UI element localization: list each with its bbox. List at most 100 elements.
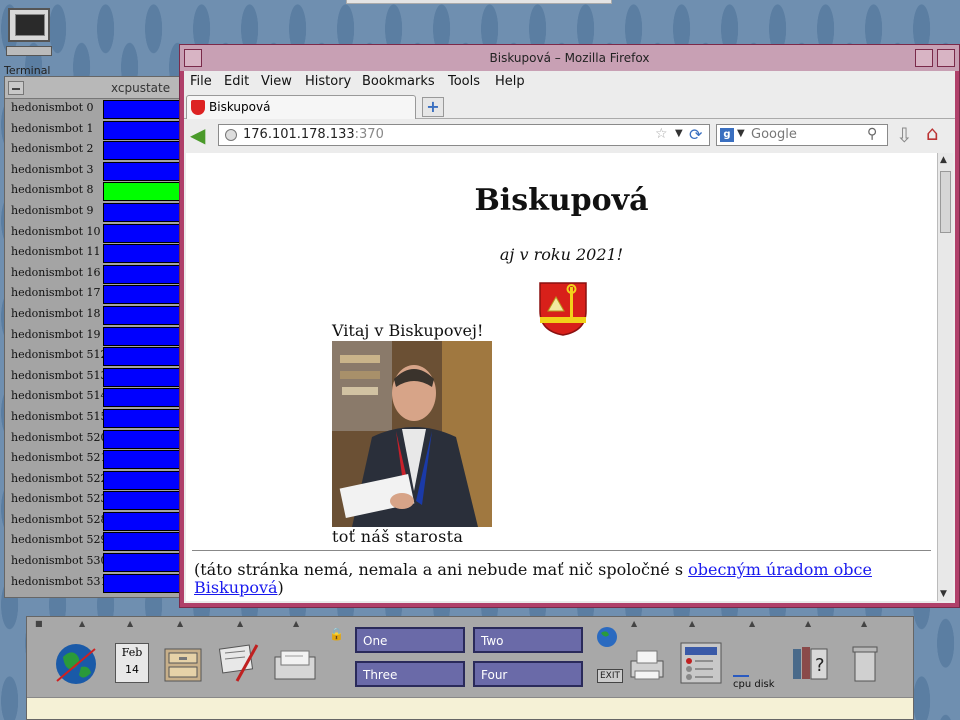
bookmark-star-icon[interactable]: ☆ xyxy=(655,126,668,142)
url-bar[interactable]: 176.101.178.133:370 ☆ ▼ ⟳ xyxy=(218,124,710,146)
cpu-row: hedonismbot 512 xyxy=(11,346,185,367)
menu-tools[interactable]: Tools xyxy=(448,74,480,89)
cpu-state-bar xyxy=(103,326,181,346)
back-arrow-icon[interactable]: ◀ xyxy=(190,125,205,145)
cpu-label: hedonismbot 1 xyxy=(11,121,94,135)
minimize-button[interactable] xyxy=(915,49,933,67)
cpu-row: hedonismbot 10 xyxy=(11,223,185,244)
menu-history[interactable]: History xyxy=(305,74,351,89)
cpu-label: hedonismbot 531 xyxy=(11,574,108,588)
scroll-down-icon[interactable]: ▼ xyxy=(940,589,947,599)
lock-icon[interactable]: 🔒 xyxy=(329,627,344,641)
workspace-two-button[interactable]: Two xyxy=(473,627,583,653)
subpanel-arrow-icon[interactable]: ▲ xyxy=(79,619,85,628)
cpu-row: hedonismbot 0 xyxy=(11,99,185,120)
cpu-row: hedonismbot 18 xyxy=(11,305,185,326)
cpu-rows: hedonismbot 0 hedonismbot 1 hedonismbot 2 h… xyxy=(11,99,185,593)
subpanel-arrow-icon[interactable]: ▲ xyxy=(127,619,133,628)
cpu-label: hedonismbot 523 xyxy=(11,492,108,506)
site-identity-icon[interactable] xyxy=(225,129,237,141)
menu-view[interactable]: View xyxy=(261,74,292,89)
xcpustate-titlebar[interactable]: xcpustate xyxy=(5,77,183,99)
cpu-row: hedonismbot 2 xyxy=(11,140,185,161)
cpu-label: hedonismbot 514 xyxy=(11,389,108,403)
workspace-three-button[interactable]: Three xyxy=(355,661,465,687)
tab-bar: Biskupová + xyxy=(184,93,955,119)
cpu-state-bar xyxy=(103,491,181,511)
menu-edit[interactable]: Edit xyxy=(224,74,249,89)
menu-file[interactable]: File xyxy=(190,74,212,89)
cpu-state-bar xyxy=(103,285,181,305)
search-icon[interactable]: ⚲ xyxy=(867,126,877,142)
calendar-icon[interactable]: Feb 14 xyxy=(115,643,149,683)
text-editor-icon[interactable] xyxy=(217,639,261,685)
cpu-row: hedonismbot 520 xyxy=(11,429,185,450)
page-subtitle: aj v roku 2021! xyxy=(499,245,624,264)
cpu-label: hedonismbot 16 xyxy=(11,265,101,279)
tab-biskupova[interactable]: Biskupová xyxy=(186,95,416,119)
file-manager-icon[interactable] xyxy=(163,643,203,685)
subpanel-arrow-icon[interactable]: ▲ xyxy=(861,619,867,628)
exit-button[interactable]: EXIT xyxy=(597,669,624,683)
cpu-row: hedonismbot 3 xyxy=(11,161,185,182)
url-text: 176.101.178.133:370 xyxy=(243,127,384,142)
help-manager-icon[interactable]: ? xyxy=(791,645,831,681)
downloads-icon[interactable]: ⇩ xyxy=(896,123,913,147)
cpu-row: hedonismbot 1 xyxy=(11,120,185,141)
cpu-state-bar xyxy=(103,511,181,531)
subpanel-arrow-icon[interactable]: ▲ xyxy=(805,619,811,628)
cpu-label: cpu xyxy=(733,679,752,690)
svg-text:?: ? xyxy=(815,655,825,676)
subpanel-arrow-icon[interactable]: ▲ xyxy=(293,619,299,628)
reload-icon[interactable]: ⟳ xyxy=(689,125,702,144)
web-browser-icon[interactable] xyxy=(53,641,99,687)
cpu-label: hedonismbot 528 xyxy=(11,512,108,526)
disclaimer-note: (táto stránka nemá, nemala a ani nebude … xyxy=(194,561,934,597)
mailer-icon[interactable] xyxy=(273,647,317,683)
menu-bookmarks[interactable]: Bookmarks xyxy=(362,74,435,89)
scroll-thumb[interactable] xyxy=(940,171,951,233)
cpu-state-bar xyxy=(103,532,181,552)
window-menu-button[interactable] xyxy=(8,81,24,95)
panel-handle-icon[interactable]: ■ xyxy=(35,619,43,628)
favicon-icon xyxy=(191,100,205,115)
navigation-toolbar: ◀ 176.101.178.133:370 ☆ ▼ ⟳ g ▼ Google ⚲… xyxy=(184,119,955,151)
search-engine-dropdown-icon[interactable]: ▼ xyxy=(737,128,745,139)
cpu-label: hedonismbot 17 xyxy=(11,286,101,300)
menu-help[interactable]: Help xyxy=(495,74,525,89)
workspace-one-button[interactable]: One xyxy=(355,627,465,653)
google-icon[interactable]: g xyxy=(720,128,734,142)
terminal-desktop-icon[interactable]: Terminal xyxy=(4,6,54,77)
home-icon[interactable]: ⌂ xyxy=(926,121,939,145)
history-dropdown-icon[interactable]: ▼ xyxy=(675,128,683,139)
cpu-row: hedonismbot 9 xyxy=(11,202,185,223)
cpu-label: hedonismbot 19 xyxy=(11,327,101,341)
xcpustate-window: xcpustate hedonismbot 0 hedonismbot 1 hedo… xyxy=(4,76,184,598)
cpu-label: hedonismbot 515 xyxy=(11,409,108,423)
cpu-label: hedonismbot 10 xyxy=(11,224,101,238)
subpanel-arrow-icon[interactable]: ▲ xyxy=(749,619,755,628)
cpu-row: hedonismbot 513 xyxy=(11,367,185,388)
maximize-button[interactable] xyxy=(937,49,955,67)
front-panel: ■ ▲ ▲ ▲ ▲ ▲ ▲ ▲ ▲ ▲ ▲ Feb 14 🔒 One Two T… xyxy=(26,616,914,720)
disk-label: disk xyxy=(754,679,775,690)
trash-icon[interactable] xyxy=(851,645,879,683)
style-manager-icon[interactable] xyxy=(679,641,723,685)
subpanel-arrow-icon[interactable]: ▲ xyxy=(631,619,637,628)
note-text: (táto stránka nemá, nemala a ani nebude … xyxy=(194,560,689,579)
mayor-photo xyxy=(332,341,492,527)
firefox-titlebar[interactable]: Biskupová – Mozilla Firefox xyxy=(180,45,959,71)
subpanel-arrow-icon[interactable]: ▲ xyxy=(177,619,183,628)
scroll-up-icon[interactable]: ▲ xyxy=(940,155,947,165)
cpu-row: hedonismbot 515 xyxy=(11,408,185,429)
vertical-scrollbar[interactable]: ▲ ▼ xyxy=(937,153,953,601)
coat-of-arms-icon xyxy=(539,282,587,336)
workspace-four-button[interactable]: Four xyxy=(473,661,583,687)
printer-icon[interactable] xyxy=(627,649,667,683)
welcome-text: Vitaj v Biskupovej! xyxy=(332,321,484,340)
search-box[interactable]: g ▼ Google ⚲ xyxy=(716,124,888,146)
globe-icon[interactable] xyxy=(595,625,619,649)
new-tab-button[interactable]: + xyxy=(422,97,444,117)
subpanel-arrow-icon[interactable]: ▲ xyxy=(237,619,243,628)
subpanel-arrow-icon[interactable]: ▲ xyxy=(689,619,695,628)
